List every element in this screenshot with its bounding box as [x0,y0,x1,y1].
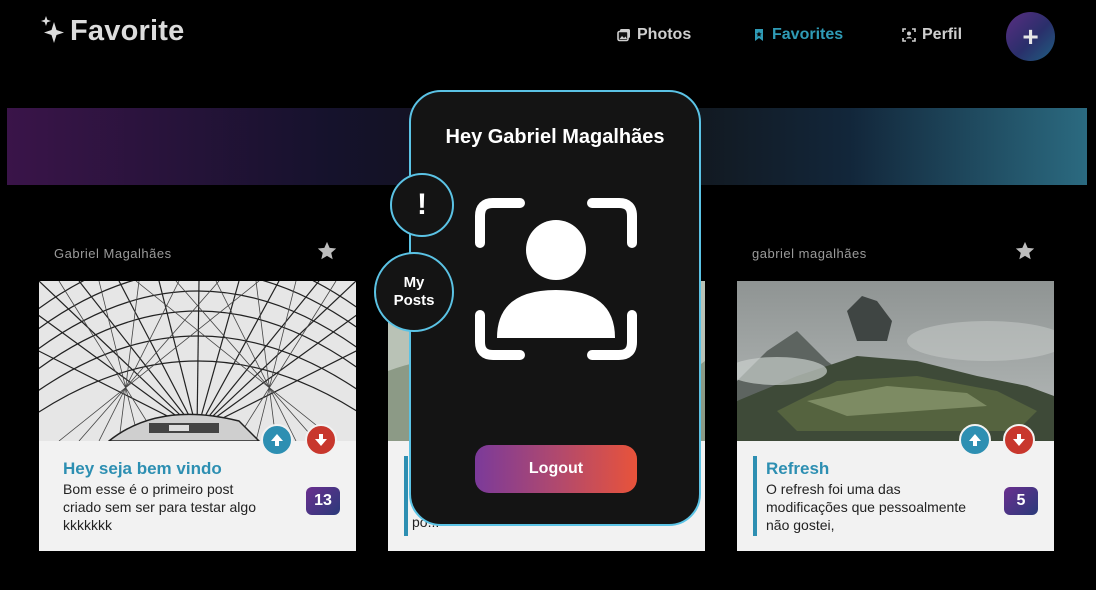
logo[interactable]: Favorite [40,14,184,48]
plus-icon: + [1022,20,1039,52]
nav-photos-label: Photos [637,26,692,43]
nav-favorites-label: Favorites [772,26,844,43]
glass-dome-image [39,281,356,441]
sparkles-icon [41,16,64,43]
post-author: gabriel magalhães [752,246,867,261]
exclamation-icon: ! [417,188,427,221]
post-accent-bar [753,456,757,536]
score-badge: 5 [1004,487,1038,515]
post-body: Refresh O refresh foi uma das modificaçõ… [737,441,1054,551]
post-body: Hey seja bem vindo Bom esse é o primeiro… [39,441,356,551]
post-image[interactable] [737,281,1054,441]
logout-button[interactable]: Logout [475,445,637,493]
profile-modal: Hey Gabriel Magalhães Logout [409,90,701,526]
post-text: Bom esse é o primeiro post criado sem se… [63,481,256,533]
user-scan-icon [475,198,637,360]
arrow-down-icon [1013,434,1025,446]
post-title[interactable]: Hey seja bem vindo [63,459,222,479]
my-posts-label: My Posts [394,274,435,310]
photos-icon [617,29,630,42]
alert-button[interactable]: ! [390,173,454,237]
post-text: O refresh foi uma das modificações que p… [766,481,966,533]
post-image[interactable] [39,281,356,441]
star-icon[interactable] [1014,240,1036,262]
post-accent-bar [404,456,408,536]
nav-photos[interactable]: Photos [617,26,691,44]
arrow-up-icon [969,434,981,446]
bookmark-icon [755,29,763,41]
nav-perfil[interactable]: Perfil [902,26,962,44]
score-badge: 13 [306,487,340,515]
nav-favorites[interactable]: Favorites [752,26,843,44]
logo-text: Favorite [70,14,185,47]
post-author: Gabriel Magalhães [54,246,172,261]
my-posts-label-line1: My [403,274,425,291]
my-posts-label-line2: Posts [393,292,435,309]
my-posts-button[interactable]: My Posts [374,252,454,332]
mountain-ruins-image [737,281,1054,441]
star-icon[interactable] [316,240,338,262]
arrow-down-icon [315,434,327,446]
downvote-button[interactable] [305,424,337,456]
downvote-button[interactable] [1003,424,1035,456]
modal-greeting: Hey Gabriel Magalhães [445,126,665,148]
upvote-button[interactable] [959,424,991,456]
upvote-button[interactable] [261,424,293,456]
arrow-up-icon [271,434,283,446]
profile-scan-icon [902,28,916,42]
add-post-button[interactable]: + [1006,12,1055,61]
post-title[interactable]: Refresh [766,459,829,479]
nav-perfil-label: Perfil [922,26,963,43]
